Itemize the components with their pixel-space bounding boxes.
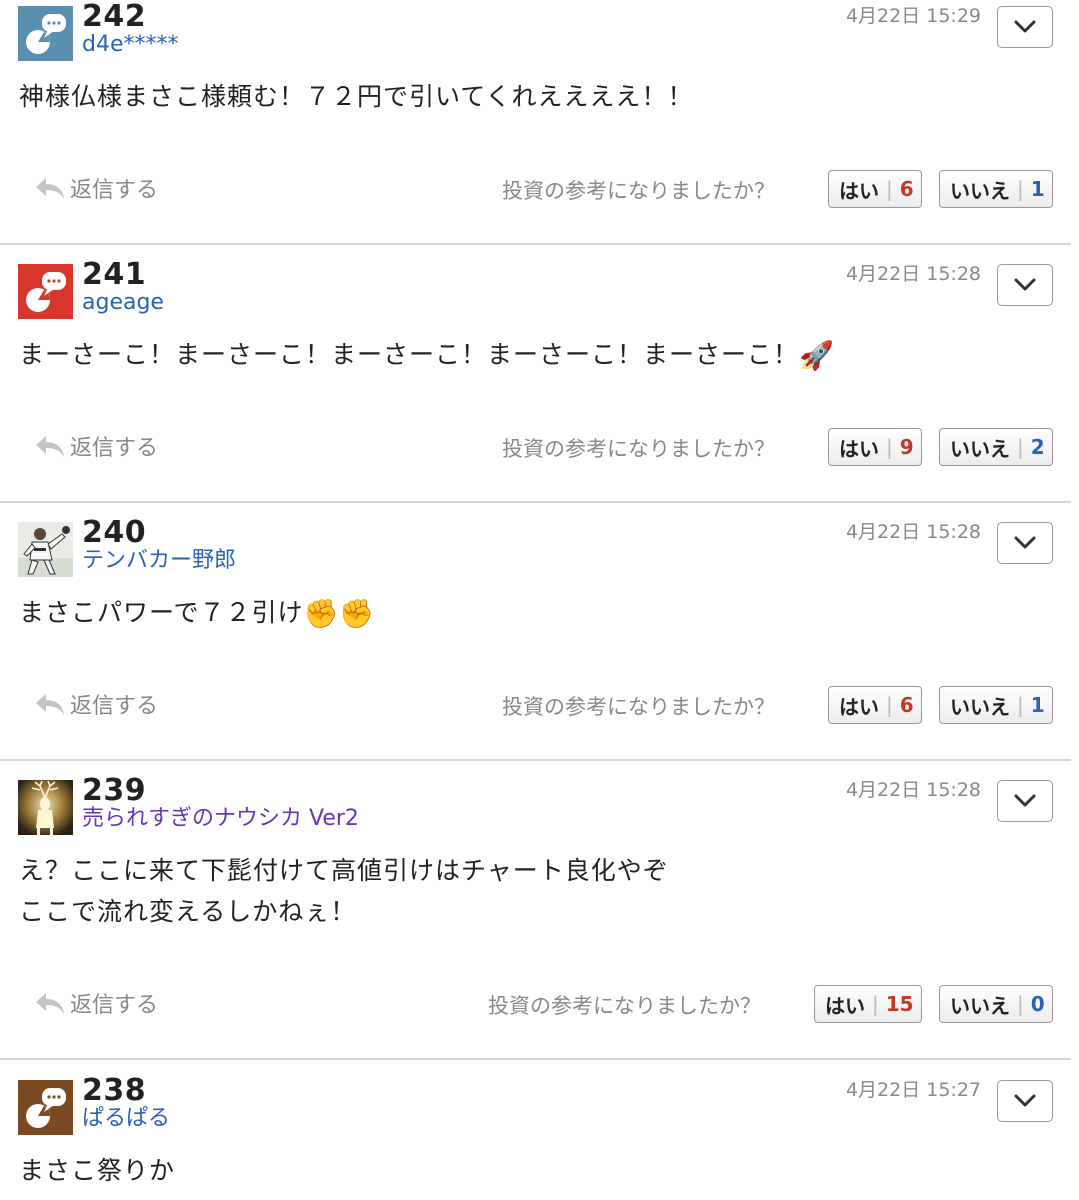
post-239: 239 売られすぎのナウシカ Ver2 4月22日 15:28 え？ここに来て下… [0,774,1071,1060]
post-body-text: まーさーこ！まーさーこ！まーさーこ！まーさーこ！まーさーこ！ [19,340,800,369]
no-vote-button[interactable]: いいえ | 2 [939,428,1053,466]
chevron-down-icon [1014,1094,1036,1107]
helpful-question: 投資の参考になりましたか？ [502,437,775,461]
no-vote-button[interactable]: いいえ | 1 [939,686,1053,724]
post-time: 4月22日 15:28 [845,521,981,543]
post-menu-button[interactable] [997,264,1053,306]
post-menu-button[interactable] [997,780,1053,822]
yes-label: はい [839,436,879,461]
post-body: まさこパワーで７２引け✊✊ [19,592,375,634]
no-count: 1 [1030,177,1045,201]
helpful-question: 投資の参考になりましたか？ [502,179,775,203]
reply-arrow-icon [36,436,64,457]
post-body: まーさーこ！まーさーこ！まーさーこ！まーさーこ！まーさーこ！🚀 [19,334,835,376]
username[interactable]: ageage [82,289,164,317]
post-number: 241 [82,257,147,292]
post-body: 神様仏様まさこ様頼む！７２円で引いてくれええええ！！ [19,82,694,111]
user-avatar[interactable] [18,6,73,61]
username[interactable]: テンバカー野郎 [82,547,236,575]
baseball-player-avatar-icon [18,522,73,577]
deer-avatar-icon [18,780,73,835]
post-body: え？ここに来て下髭付けて高値引けはチャート良化やぞ ここで流れ変えるしかねぇ！ [19,856,669,926]
no-count: 2 [1030,435,1045,459]
post-242: 242 d4e***** 4月22日 15:29 神様仏様まさこ様頼む！７２円で… [0,0,1071,245]
speech-bubble-avatar-icon [18,1080,73,1135]
yes-label: はい [839,178,879,203]
post-time: 4月22日 15:28 [845,263,981,285]
reply-arrow-icon [36,178,64,199]
user-avatar[interactable] [18,522,73,577]
speech-bubble-avatar-icon [18,264,73,319]
post-number: 239 [82,773,147,808]
user-avatar[interactable] [18,264,73,319]
yes-vote-button[interactable]: はい | 9 [828,428,922,466]
chevron-down-icon [1014,20,1036,33]
yes-label: はい [839,694,879,719]
no-label: いいえ [950,993,1010,1018]
username[interactable]: d4e***** [82,31,179,59]
yes-label: はい [825,993,865,1018]
reply-label: 返信する [70,436,159,461]
chevron-down-icon [1014,536,1036,549]
post-time: 4月22日 15:28 [845,779,981,801]
post-body: まさこ祭りか [19,1156,176,1185]
rocket-emoji: 🚀 [799,339,835,372]
post-number: 242 [82,0,147,34]
reply-button[interactable]: 返信する [34,987,158,1019]
chevron-down-icon [1014,794,1036,807]
yes-count: 9 [899,435,914,459]
no-label: いいえ [950,436,1010,461]
post-240: 240 テンバカー野郎 4月22日 15:28 まさこパワーで７２引け✊✊ 返信… [0,516,1071,761]
username[interactable]: ぱるぱる [82,1105,170,1133]
reply-label: 返信する [70,694,159,719]
post-menu-button[interactable] [997,522,1053,564]
reply-button[interactable]: 返信する [34,172,158,204]
yes-vote-button[interactable]: はい | 6 [828,686,922,724]
helpful-question: 投資の参考になりましたか？ [488,994,761,1018]
no-vote-button[interactable]: いいえ | 1 [939,170,1053,208]
yes-count: 15 [885,992,914,1016]
raised-fist-emoji: ✊✊ [303,597,376,630]
no-count: 0 [1030,992,1045,1016]
post-number: 238 [82,1073,147,1108]
username[interactable]: 売られすぎのナウシカ Ver2 [82,805,359,833]
no-vote-button[interactable]: いいえ | 0 [939,985,1053,1023]
reply-arrow-icon [36,993,64,1014]
helpful-question: 投資の参考になりましたか？ [502,695,775,719]
speech-bubble-avatar-icon [18,6,73,61]
reply-label: 返信する [70,178,159,203]
no-count: 1 [1030,693,1045,717]
yes-count: 6 [899,177,914,201]
post-number: 240 [82,515,147,550]
post-menu-button[interactable] [997,6,1053,48]
yes-vote-button[interactable]: はい | 6 [828,170,922,208]
yes-vote-button[interactable]: はい | 15 [814,985,922,1023]
post-241: 241 ageage 4月22日 15:28 まーさーこ！まーさーこ！まーさーこ… [0,258,1071,503]
reply-arrow-icon [36,694,64,715]
chevron-down-icon [1014,278,1036,291]
yes-count: 6 [899,693,914,717]
post-time: 4月22日 15:29 [845,5,981,27]
post-time: 4月22日 15:27 [845,1079,981,1101]
reply-button[interactable]: 返信する [34,430,158,462]
post-menu-button[interactable] [997,1080,1053,1122]
user-avatar[interactable] [18,780,73,835]
reply-button[interactable]: 返信する [34,688,158,720]
post-238: 238 ぱるぱる 4月22日 15:27 まさこ祭りか [0,1074,1071,1200]
user-avatar[interactable] [18,1080,73,1135]
reply-label: 返信する [70,993,159,1018]
no-label: いいえ [950,178,1010,203]
no-label: いいえ [950,694,1010,719]
post-body-text: まさこパワーで７２引け [19,598,304,627]
